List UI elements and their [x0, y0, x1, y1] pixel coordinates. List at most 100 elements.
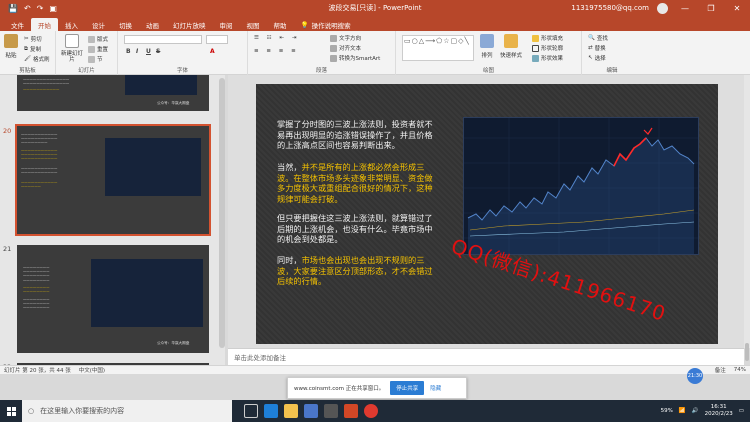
text-direction-button[interactable]: 文字方向 — [330, 34, 361, 42]
font-color-icon[interactable]: A — [210, 48, 215, 55]
thumbnail-text: ——————————— —————— — [21, 180, 58, 189]
copy-button[interactable]: ⧉ 复制 — [24, 45, 41, 54]
cut-button[interactable]: ✂ 剪切 — [24, 35, 42, 43]
app-icon[interactable] — [324, 404, 338, 418]
tab-insert[interactable]: 插入 — [58, 18, 85, 31]
slide-thumbnail-20[interactable]: ——————————— ——————————— ———————— —————————… — [15, 124, 211, 236]
present-icon[interactable]: ▣ — [49, 4, 57, 13]
new-slide-icon — [65, 34, 79, 48]
avatar[interactable] — [657, 2, 668, 14]
list-buttons[interactable]: ☰ ☷ ⇤ ⇥ — [254, 35, 299, 41]
slide-thumbnail-19[interactable]: —————————————— —————————————— ———————————… — [17, 75, 209, 111]
network-icon[interactable]: 📶 — [679, 408, 686, 414]
chrome-icon[interactable] — [364, 404, 378, 418]
tab-home[interactable]: 开始 — [31, 18, 58, 31]
task-view-icon[interactable] — [244, 404, 258, 418]
brush-icon: 🖌 — [24, 56, 31, 62]
tab-transitions[interactable]: 切换 — [112, 18, 139, 31]
restore-button[interactable]: ❐ — [702, 4, 720, 13]
minimize-button[interactable]: — — [676, 4, 694, 13]
redo-icon[interactable]: ↷ — [37, 4, 44, 13]
group-label: 段落 — [315, 68, 327, 74]
shape-outline-button[interactable]: 形状轮廓 — [532, 44, 563, 52]
underline-button[interactable]: U — [146, 48, 151, 55]
stock-chart-image[interactable] — [463, 117, 699, 255]
arrange-button[interactable]: 排列 — [480, 34, 494, 59]
smartart-button[interactable]: 转换为SmartArt — [330, 54, 380, 62]
zoom-level[interactable]: 74% — [734, 367, 746, 373]
tab-slideshow[interactable]: 幻灯片放映 — [166, 18, 213, 31]
hide-link[interactable]: 隐藏 — [430, 384, 441, 392]
clock[interactable]: 16:31 2020/2/23 — [705, 404, 733, 418]
powerpoint-icon[interactable] — [344, 404, 358, 418]
slide-number: 21 — [3, 245, 12, 253]
volume-icon[interactable]: 🔊 — [692, 408, 699, 414]
slide-paragraph-4[interactable]: 同时，市场也会出现也会出现不规则的三波，大家要注意区分顶部形态，才不会错过后续的… — [277, 255, 435, 287]
scrollbar-thumb[interactable] — [745, 343, 749, 361]
status-bar: 幻灯片 第 20 张，共 44 张 中文(中国) 备注 74% — [0, 365, 750, 374]
strikethrough-button[interactable]: S — [156, 48, 160, 55]
slide-paragraph-3[interactable]: 但只要把握住这三波上涨法则，就算错过了后期的上涨机会，也没有什么。毕竟市场中的机… — [277, 213, 435, 245]
tab-animations[interactable]: 动画 — [139, 18, 166, 31]
notification-icon[interactable]: ▭ — [739, 408, 744, 414]
tab-file[interactable]: 文件 — [4, 18, 31, 31]
group-label: 绘图 — [482, 68, 494, 74]
new-slide-button[interactable]: 新建幻灯片 — [60, 34, 84, 63]
tab-help[interactable]: 帮助 — [267, 18, 294, 31]
start-button[interactable] — [0, 400, 22, 422]
thumbnail-caption: 公众号：华赢大期盘 — [157, 341, 190, 345]
stop-sharing-button[interactable]: 停止共享 — [390, 381, 425, 395]
quick-styles-icon — [504, 34, 518, 48]
font-group: B I U S A 字体 — [118, 31, 248, 75]
thumbnails-scrollbar[interactable] — [219, 78, 225, 348]
paste-button[interactable]: 粘贴 — [4, 34, 18, 59]
editing-group: 🔍 查找 ⇄ 替换 ↖ 选择 编辑 — [582, 31, 642, 75]
system-tray: 59% 📶 🔊 16:31 2020/2/23 ▭ — [661, 404, 750, 418]
align-text-button[interactable]: 对齐文本 — [330, 44, 361, 52]
save-icon[interactable]: 💾 — [8, 4, 18, 13]
group-label: 幻灯片 — [78, 68, 95, 74]
battery-percent[interactable]: 59% — [661, 408, 673, 414]
taskbar-search-input[interactable]: ○ 在这里输入你要搜索的内容 — [22, 400, 232, 422]
clock-date: 2020/2/23 — [704, 411, 733, 417]
tab-view[interactable]: 视图 — [240, 18, 267, 31]
shape-effects-button[interactable]: 形状效果 — [532, 54, 563, 62]
slide-paragraph-1[interactable]: 掌握了分时图的三波上涨法则，投资者就不易再出现明显的追涨错误操作了，并且价格的上… — [277, 119, 435, 151]
font-name-box[interactable] — [124, 35, 202, 44]
language-indicator[interactable]: 中文(中国) — [79, 366, 105, 374]
find-button[interactable]: 🔍 查找 — [588, 34, 608, 42]
quick-styles-button[interactable]: 快速样式 — [500, 34, 522, 59]
align-buttons[interactable]: ≡ ≡ ≡ ≡ — [254, 48, 299, 54]
notes-toggle[interactable]: 备注 — [715, 366, 726, 374]
user-email[interactable]: 1131975580@qq.com — [571, 4, 649, 12]
tab-review[interactable]: 审阅 — [213, 18, 240, 31]
section-button[interactable]: 节 — [88, 55, 103, 63]
timer-bubble[interactable]: 21:30 — [687, 368, 703, 384]
slide-thumbnail-21[interactable]: ———————— ———————— ———————— ———————— ———————… — [17, 245, 209, 353]
file-explorer-icon[interactable] — [284, 404, 298, 418]
slide-paragraph-2[interactable]: 当然，并不是所有的上涨都必然会形成三波。在整体市场多头迹象非常明显、资金做多力度… — [277, 162, 435, 204]
undo-icon[interactable]: ↶ — [24, 4, 31, 13]
italic-button[interactable]: I — [136, 48, 138, 55]
reset-button[interactable]: 重置 — [88, 45, 108, 53]
replace-button[interactable]: ⇄ 替换 — [588, 44, 606, 52]
close-button[interactable]: ✕ — [728, 4, 746, 13]
editor-scrollbar[interactable] — [744, 75, 750, 361]
select-button[interactable]: ↖ 选择 — [588, 54, 606, 62]
thumbnail-chart — [91, 259, 203, 327]
tell-me-search[interactable]: 💡 操作说明搜索 — [294, 18, 358, 31]
layout-button[interactable]: 版式 — [88, 35, 108, 43]
font-size-box[interactable] — [206, 35, 228, 44]
slide-thumbnails-pane[interactable]: —————————————— —————————————— ———————————… — [0, 75, 225, 371]
format-painter-button[interactable]: 🖌 格式刷 — [24, 55, 50, 63]
notes-pane[interactable]: 单击此处添加备注 — [228, 348, 744, 365]
tab-design[interactable]: 设计 — [85, 18, 112, 31]
shape-fill-button[interactable]: 形状填充 — [532, 34, 563, 42]
bold-button[interactable]: B — [126, 48, 131, 55]
edge-icon[interactable] — [264, 404, 278, 418]
clipboard-group: 粘贴 ✂ 剪切 ⧉ 复制 🖌 格式刷 剪贴板 — [0, 31, 56, 75]
store-icon[interactable] — [304, 404, 318, 418]
section-icon — [88, 55, 95, 63]
thumbnail-text: ——————————— ——————————— — [21, 166, 58, 175]
shapes-gallery[interactable]: ▭○△⟶⬠☆▢◇╲ — [402, 35, 474, 61]
